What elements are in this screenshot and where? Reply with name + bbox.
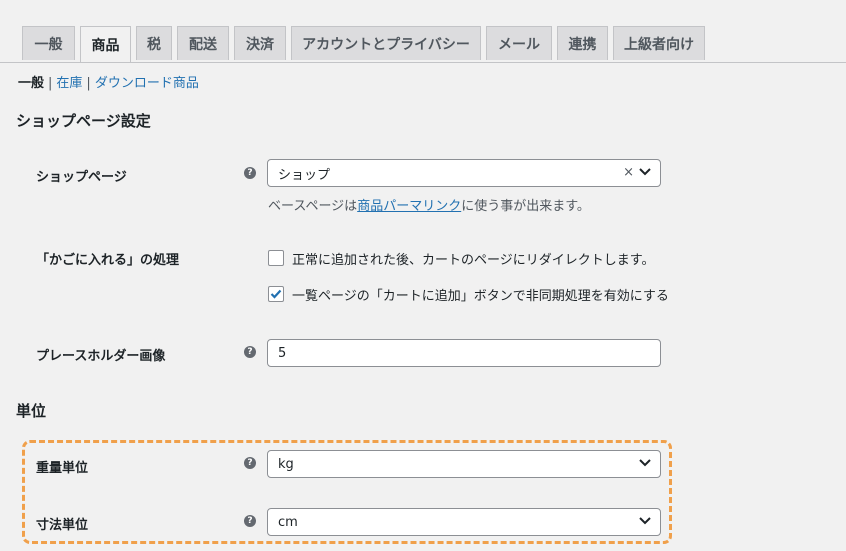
chevron-down-icon — [639, 459, 651, 467]
tab-advanced[interactable]: 上級者向け — [613, 26, 705, 60]
dimension-unit-label: 寸法単位 — [36, 518, 89, 533]
placeholder-image-input[interactable]: 5 — [267, 339, 661, 367]
description-text: に使う事が出来ます。 — [461, 199, 590, 214]
product-permalink-link[interactable]: 商品パーマリンク — [357, 199, 461, 214]
shop-page-value: ショップ — [278, 167, 331, 183]
placeholder-image-label: プレースホルダー画像 — [36, 349, 166, 364]
ajax-add-to-cart-checkbox[interactable] — [268, 286, 284, 302]
sub-navigation: 一般 | 在庫 | ダウンロード商品 — [18, 72, 199, 91]
shop-page-select[interactable]: ショップ × — [267, 159, 661, 187]
description-text: ベースページは — [268, 199, 358, 214]
tab-accounts-privacy[interactable]: アカウントとプライバシー — [291, 26, 481, 60]
redirect-to-cart-label: 正常に追加された後、カートのページにリダイレクトします。 — [292, 253, 655, 268]
section-title-units: 単位 — [16, 402, 47, 420]
subnav-separator: | — [48, 76, 53, 91]
subnav-link-inventory[interactable]: 在庫 — [56, 76, 82, 91]
tab-shipping[interactable]: 配送 — [177, 26, 229, 60]
weight-unit-select[interactable]: kg — [267, 450, 661, 478]
clear-selection-icon[interactable]: × — [623, 165, 634, 180]
ajax-add-to-cart-label: 一覧ページの「カートに追加」ボタンで非同期処理を有効にする — [292, 289, 669, 304]
help-icon[interactable]: ? — [244, 515, 256, 527]
tab-payments[interactable]: 決済 — [234, 26, 286, 60]
tab-products[interactable]: 商品 — [80, 26, 131, 62]
chevron-down-icon — [639, 517, 651, 525]
section-title-shop-pages: ショップページ設定 — [16, 112, 151, 130]
help-icon[interactable]: ? — [244, 457, 256, 469]
help-icon[interactable]: ? — [244, 346, 256, 358]
subnav-link-downloadable[interactable]: ダウンロード商品 — [95, 76, 199, 91]
tab-integration[interactable]: 連携 — [557, 26, 608, 60]
add-to-cart-label: 「かごに入れる」の処理 — [36, 253, 180, 268]
weight-unit-label: 重量単位 — [36, 461, 89, 476]
settings-tabs: 一般 商品 税 配送 決済 アカウントとプライバシー メール 連携 上級者向け — [0, 26, 846, 63]
subnav-separator: | — [86, 76, 91, 91]
dimension-unit-select[interactable]: cm — [267, 508, 661, 536]
tab-emails[interactable]: メール — [486, 26, 552, 60]
chevron-down-icon — [639, 168, 651, 176]
redirect-to-cart-checkbox[interactable] — [268, 250, 284, 266]
shop-page-description: ベースページは商品パーマリンクに使う事が出来ます。 — [268, 195, 590, 214]
weight-unit-value: kg — [278, 456, 294, 472]
shop-page-label: ショップページ — [36, 170, 127, 185]
tab-tax[interactable]: 税 — [136, 26, 172, 60]
tab-general[interactable]: 一般 — [22, 26, 75, 60]
dimension-unit-value: cm — [278, 514, 298, 530]
help-icon[interactable]: ? — [244, 167, 256, 179]
checkmark-icon — [270, 289, 282, 299]
subnav-current: 一般 — [18, 76, 45, 91]
placeholder-image-value: 5 — [278, 345, 287, 361]
